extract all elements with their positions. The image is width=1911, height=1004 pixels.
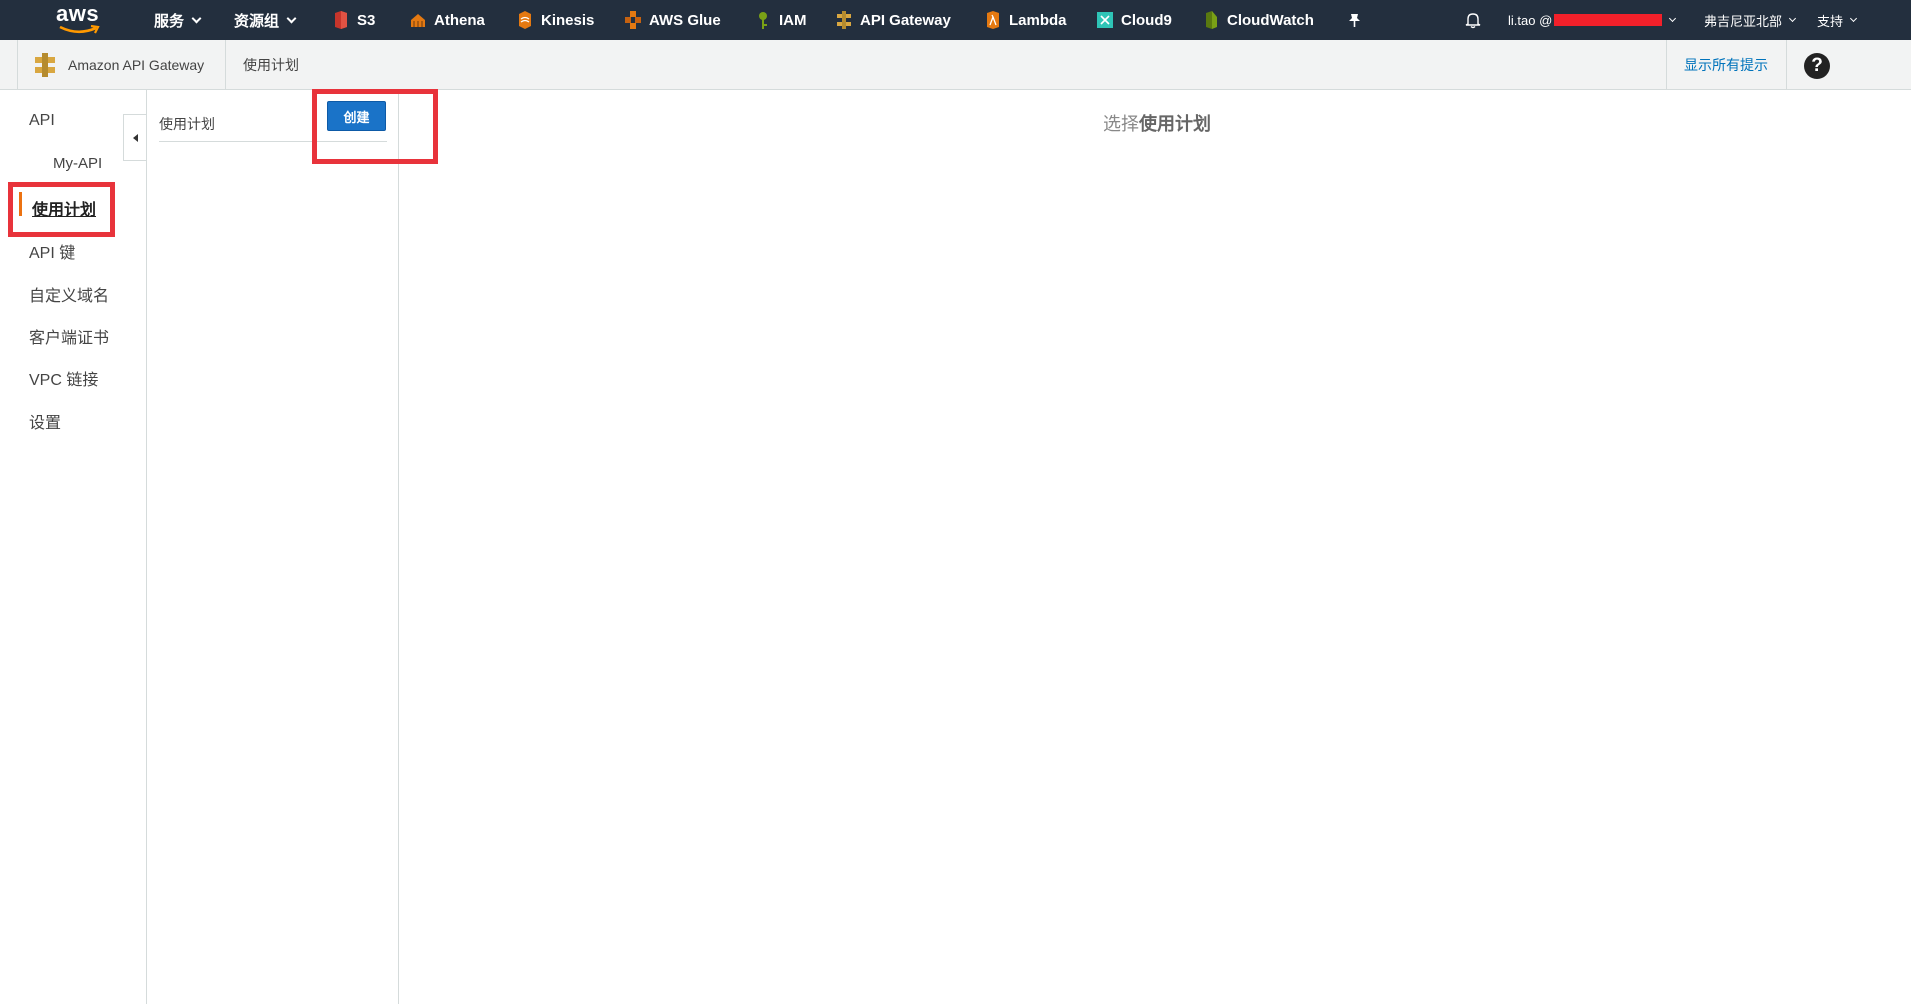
nav-item-custom-domains[interactable]: 自定义域名 bbox=[29, 282, 109, 306]
shortcut-label: Athena bbox=[434, 11, 485, 29]
service-home-link[interactable]: Amazon API Gateway bbox=[34, 40, 204, 89]
redacted-account-id bbox=[1554, 14, 1663, 26]
empty-state-emphasis: 使用计划 bbox=[1139, 114, 1211, 134]
athena-icon bbox=[411, 14, 425, 27]
pin-icon bbox=[1349, 13, 1360, 27]
divider bbox=[17, 40, 18, 89]
account-name: li.tao @ bbox=[1508, 12, 1553, 28]
chevron-down-icon bbox=[1669, 14, 1677, 22]
nav-item-vpc-links[interactable]: VPC 链接 bbox=[29, 366, 98, 390]
nav-item-settings[interactable]: 设置 bbox=[29, 409, 61, 433]
notifications-button[interactable] bbox=[1465, 0, 1481, 40]
divider bbox=[146, 90, 147, 1004]
shortcut-label: CloudWatch bbox=[1227, 11, 1314, 29]
highlight-box bbox=[312, 89, 438, 164]
region-label: 弗吉尼亚北部 bbox=[1704, 13, 1783, 29]
highlight-box bbox=[8, 182, 115, 237]
nav-item-api[interactable]: API bbox=[29, 112, 55, 130]
service-header: Amazon API Gateway 使用计划 显示所有提示 ? bbox=[0, 40, 1911, 90]
glue-icon bbox=[625, 11, 641, 29]
shortcut-s3[interactable]: S3 bbox=[333, 0, 375, 40]
chevron-down-icon bbox=[286, 13, 297, 23]
s3-icon bbox=[335, 11, 347, 29]
pin-shortcuts-button[interactable] bbox=[1348, 0, 1361, 40]
collapse-nav-button[interactable] bbox=[123, 114, 147, 161]
shortcut-label: S3 bbox=[357, 11, 376, 29]
region-menu[interactable]: 弗吉尼亚北部 bbox=[1704, 0, 1797, 40]
cloud9-icon bbox=[1097, 12, 1113, 28]
shortcut-athena[interactable]: Athena bbox=[410, 0, 485, 40]
support-label: 支持 bbox=[1817, 13, 1844, 29]
show-all-hints-link[interactable]: 显示所有提示 bbox=[1684, 40, 1768, 89]
panel-title: 使用计划 bbox=[159, 116, 215, 132]
shortcut-iam[interactable]: IAM bbox=[755, 0, 807, 40]
shortcut-aws-glue[interactable]: AWS Glue bbox=[625, 0, 721, 40]
account-menu[interactable]: li.tao @ bbox=[1508, 0, 1677, 40]
aws-smile-icon bbox=[59, 25, 100, 34]
shortcut-label: AWS Glue bbox=[649, 11, 721, 29]
shortcut-lambda[interactable]: Lambda bbox=[985, 0, 1067, 40]
api-gateway-icon bbox=[35, 52, 55, 77]
divider bbox=[398, 90, 399, 1004]
nav-item-my-api[interactable]: My-API bbox=[53, 155, 102, 172]
divider bbox=[225, 40, 226, 89]
breadcrumb: 使用计划 bbox=[243, 56, 299, 73]
shortcut-label: Kinesis bbox=[541, 11, 595, 29]
resource-groups-menu[interactable]: 资源组 bbox=[234, 0, 297, 40]
empty-state-prefix: 选择 bbox=[1103, 114, 1139, 134]
services-menu[interactable]: 服务 bbox=[154, 0, 202, 40]
caret-left-icon bbox=[133, 133, 138, 142]
cloudwatch-icon bbox=[1206, 11, 1217, 29]
support-menu[interactable]: 支持 bbox=[1817, 0, 1858, 40]
services-label: 服务 bbox=[154, 12, 185, 30]
service-name: Amazon API Gateway bbox=[68, 56, 205, 73]
aws-logo-text: aws bbox=[56, 1, 100, 26]
divider bbox=[1666, 40, 1667, 89]
top-navigation-bar: aws 服务 资源组 S3 Athena Kinesis AWS Glue IA… bbox=[0, 0, 1911, 40]
nav-item-client-certificates[interactable]: 客户端证书 bbox=[29, 324, 109, 348]
shortcut-label: Cloud9 bbox=[1121, 11, 1172, 29]
aws-logo[interactable]: aws bbox=[56, 3, 104, 37]
chevron-down-icon bbox=[191, 13, 202, 23]
chevron-down-icon bbox=[1849, 14, 1858, 22]
lambda-icon bbox=[987, 11, 999, 29]
kinesis-icon bbox=[519, 11, 531, 29]
shortcut-label: IAM bbox=[779, 11, 807, 29]
shortcut-cloudwatch[interactable]: CloudWatch bbox=[1203, 0, 1314, 40]
resource-groups-label: 资源组 bbox=[234, 12, 280, 30]
shortcut-kinesis[interactable]: Kinesis bbox=[517, 0, 594, 40]
shortcut-label: API Gateway bbox=[860, 11, 951, 29]
chevron-down-icon bbox=[1788, 14, 1797, 22]
shortcut-label: Lambda bbox=[1009, 11, 1067, 29]
shortcut-cloud9[interactable]: Cloud9 bbox=[1097, 0, 1172, 40]
nav-item-api-keys[interactable]: API 键 bbox=[29, 239, 75, 263]
empty-state-message: 选择使用计划 bbox=[1103, 110, 1211, 136]
iam-icon bbox=[759, 12, 767, 29]
help-icon[interactable]: ? bbox=[1804, 53, 1830, 79]
api-gateway-icon bbox=[837, 11, 851, 29]
divider bbox=[1786, 40, 1787, 89]
shortcut-api-gateway[interactable]: API Gateway bbox=[836, 0, 951, 40]
bell-icon bbox=[1465, 13, 1481, 29]
